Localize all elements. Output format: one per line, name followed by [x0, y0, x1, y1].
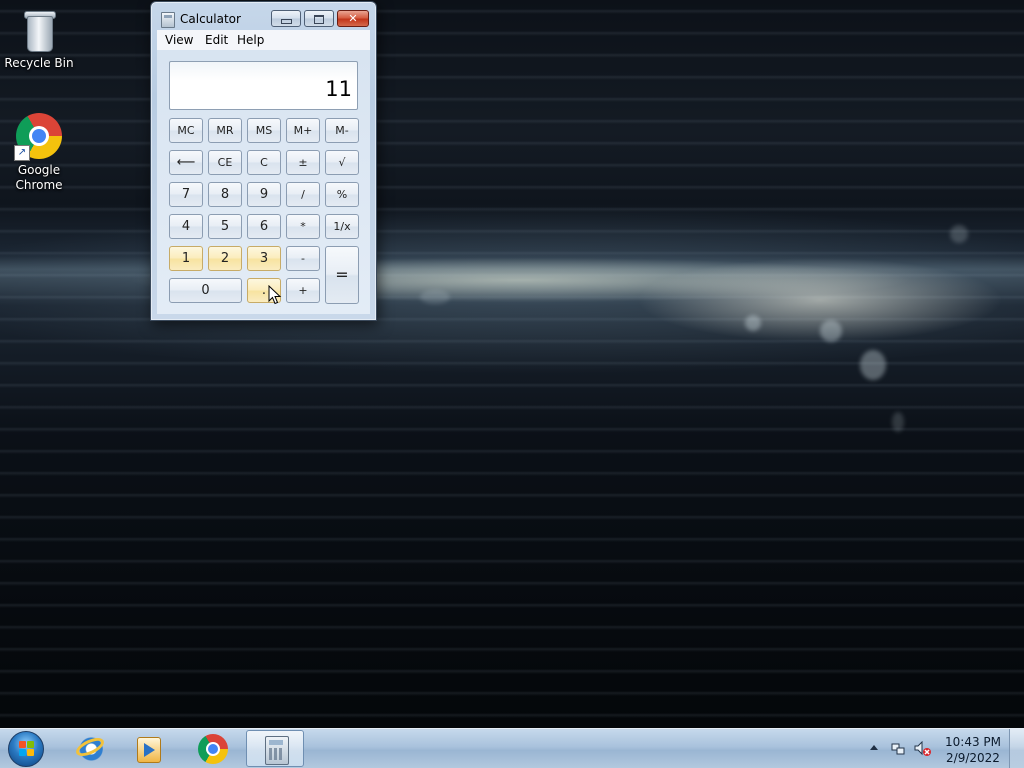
maximize-icon	[314, 15, 324, 24]
reciprocal-button[interactable]: 1/x	[325, 214, 359, 239]
calculator-display: 11	[169, 61, 358, 110]
clock-time: 10:43 PM	[945, 735, 1001, 749]
digit-0-button[interactable]: 0	[169, 278, 242, 303]
digit-4-button[interactable]: 4	[169, 214, 203, 239]
divide-button[interactable]: /	[286, 182, 320, 207]
close-button[interactable]: ✕	[337, 10, 369, 27]
calculator-body: 11 MC MR MS M+ M- ⟵ CE C ± √ 7 8 9 / % 4…	[157, 50, 370, 314]
digit-6-button[interactable]: 6	[247, 214, 281, 239]
display-value: 11	[325, 77, 352, 101]
add-button[interactable]: +	[286, 278, 320, 303]
shortcut-arrow-icon: ↗	[14, 145, 30, 161]
memory-store-button[interactable]: MS	[247, 118, 281, 143]
show-desktop-button[interactable]	[1009, 729, 1024, 768]
desktop-icon-label: Google Chrome	[15, 163, 63, 192]
square-root-button[interactable]: √	[325, 150, 359, 175]
calculator-titlebar[interactable]: Calculator ✕	[151, 2, 376, 32]
menu-edit[interactable]: Edit	[205, 33, 228, 47]
digit-8-button[interactable]: 8	[208, 182, 242, 207]
taskbar-windows-media-player[interactable]	[120, 730, 178, 767]
minimize-icon	[280, 19, 292, 24]
window-title: Calculator	[180, 12, 241, 26]
close-icon: ✕	[348, 12, 358, 25]
menu-view[interactable]: View	[165, 33, 193, 47]
calculator-app-icon	[161, 12, 175, 28]
digit-7-button[interactable]: 7	[169, 182, 203, 207]
bokeh-light	[892, 412, 904, 432]
digit-1-button[interactable]: 1	[169, 246, 203, 271]
minimize-button[interactable]	[271, 10, 301, 27]
memory-subtract-button[interactable]: M-	[325, 118, 359, 143]
digit-5-button[interactable]: 5	[208, 214, 242, 239]
volume-muted-icon[interactable]	[914, 741, 932, 757]
desktop-icon-recycle-bin[interactable]: Recycle Bin	[1, 8, 77, 71]
maximize-button[interactable]	[304, 10, 334, 27]
system-clock[interactable]: 10:43 PM 2/9/2022	[940, 734, 1006, 766]
bokeh-light	[420, 290, 450, 304]
show-hidden-icons-button[interactable]	[870, 745, 878, 750]
negate-button[interactable]: ±	[286, 150, 320, 175]
multiply-button[interactable]: *	[286, 214, 320, 239]
menu-bar: View Edit Help	[157, 30, 370, 51]
subtract-button[interactable]: -	[286, 246, 320, 271]
clear-button[interactable]: C	[247, 150, 281, 175]
taskbar-internet-explorer[interactable]	[62, 730, 120, 767]
bokeh-light	[860, 350, 886, 380]
memory-clear-button[interactable]: MC	[169, 118, 203, 143]
network-icon[interactable]	[891, 742, 905, 756]
memory-add-button[interactable]: M+	[286, 118, 320, 143]
windows-logo-icon	[19, 741, 35, 757]
calculator-window: Calculator ✕ View Edit Help 11 MC MR MS …	[150, 1, 377, 321]
equals-button[interactable]: =	[325, 246, 359, 304]
chrome-icon	[198, 734, 228, 764]
backspace-button[interactable]: ⟵	[169, 150, 203, 175]
bokeh-light	[950, 225, 968, 243]
digit-2-button[interactable]: 2	[208, 246, 242, 271]
memory-recall-button[interactable]: MR	[208, 118, 242, 143]
clock-date: 2/9/2022	[946, 751, 1000, 765]
digit-9-button[interactable]: 9	[247, 182, 281, 207]
bokeh-light	[745, 315, 761, 331]
clear-entry-button[interactable]: CE	[208, 150, 242, 175]
recycle-bin-icon	[21, 8, 57, 52]
bokeh-light	[820, 320, 842, 342]
taskbar-google-chrome[interactable]	[184, 730, 242, 767]
calculator-icon	[265, 736, 289, 765]
taskbar-calculator[interactable]	[246, 730, 304, 767]
mouse-cursor-icon	[268, 285, 282, 305]
digit-3-button[interactable]: 3	[247, 246, 281, 271]
taskbar: 10:43 PM 2/9/2022	[0, 728, 1024, 768]
chrome-icon: ↗	[14, 113, 62, 161]
start-button[interactable]	[8, 731, 44, 767]
percent-button[interactable]: %	[325, 182, 359, 207]
menu-help[interactable]: Help	[237, 33, 264, 47]
desktop-icon-label: Recycle Bin	[4, 56, 74, 70]
windows-media-player-icon	[137, 737, 161, 763]
desktop-icon-google-chrome[interactable]: ↗ Google Chrome	[1, 113, 77, 193]
